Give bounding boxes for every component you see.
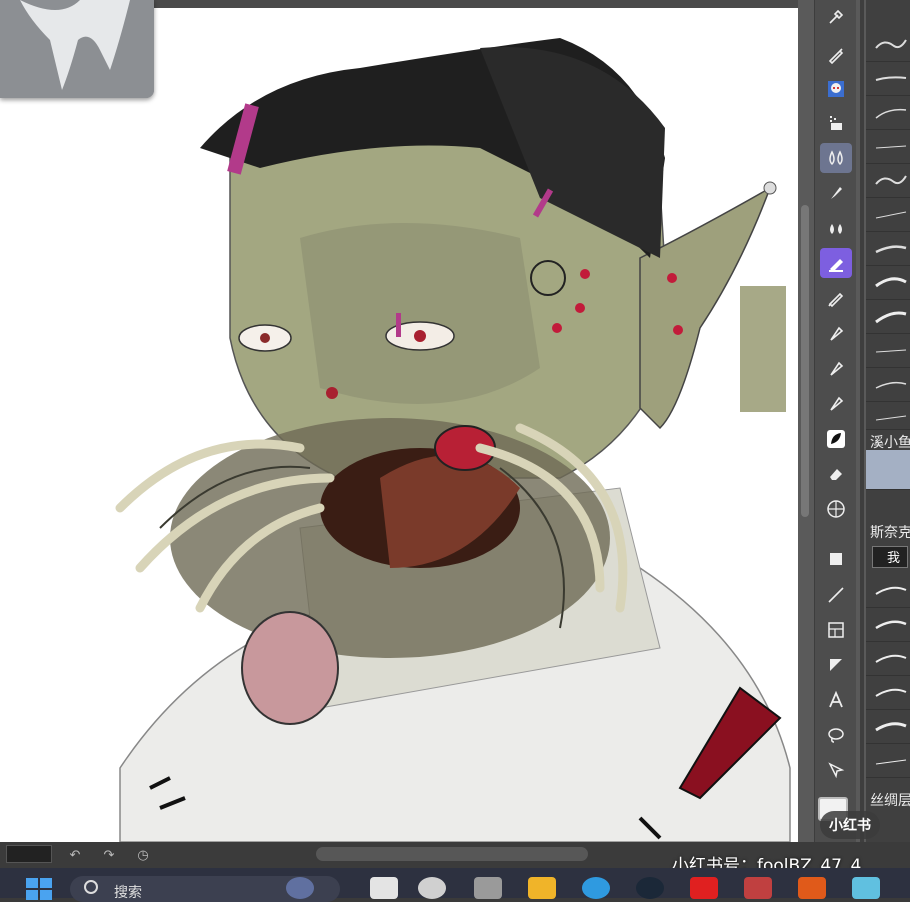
brush-preset[interactable] <box>866 96 910 130</box>
ink-pen-icon[interactable] <box>820 318 852 348</box>
redo-icon[interactable]: ↷ <box>100 846 118 864</box>
text-icon[interactable] <box>820 685 852 715</box>
search-icon <box>84 880 98 894</box>
grid-icon[interactable] <box>820 494 852 524</box>
app-icon[interactable] <box>690 877 718 899</box>
vertical-scrollbar[interactable] <box>801 205 809 517</box>
triangle-icon[interactable] <box>820 650 852 680</box>
brush-preset[interactable] <box>866 608 910 642</box>
brush-preset[interactable] <box>866 62 910 96</box>
smudge-icon[interactable] <box>820 213 852 243</box>
fill-icon[interactable] <box>820 108 852 138</box>
marker-icon[interactable] <box>820 248 852 278</box>
brush-button[interactable]: 我 <box>872 546 908 568</box>
avatar-icon[interactable] <box>820 74 852 104</box>
painting-app: 溪小鱼 斯奈克 我 丝绸层 ↶ ↷ ◷ 小红书 <box>0 0 910 868</box>
brush-preset[interactable] <box>866 28 910 62</box>
app-icon[interactable] <box>744 877 772 899</box>
brush-preset[interactable] <box>866 744 910 778</box>
brush-preset[interactable] <box>866 198 910 232</box>
leaf-brush-icon[interactable] <box>820 424 852 454</box>
blur-icon[interactable] <box>820 143 852 173</box>
eyedropper-icon[interactable] <box>820 2 852 32</box>
panel-divider <box>860 0 864 842</box>
artwork <box>115 38 791 842</box>
tool-rail <box>814 0 856 842</box>
brush-preset[interactable] <box>866 266 910 300</box>
calligraphy-icon[interactable] <box>820 353 852 383</box>
brush-preset[interactable] <box>866 710 910 744</box>
brush-preset[interactable] <box>866 164 910 198</box>
horizontal-scrollbar[interactable] <box>316 847 588 861</box>
reference-image <box>0 0 154 98</box>
app-icon[interactable] <box>474 877 502 899</box>
brush-preset[interactable] <box>866 642 910 676</box>
frame-icon[interactable] <box>820 615 852 645</box>
line-icon[interactable] <box>820 580 852 610</box>
steam-icon[interactable] <box>636 877 664 899</box>
reference-panel[interactable] <box>0 0 154 98</box>
pencil-icon[interactable] <box>820 283 852 313</box>
brush-label: 溪小鱼 <box>870 435 910 451</box>
layer-thumbnail[interactable] <box>6 845 52 863</box>
taskbar: 搜索 <box>0 868 910 902</box>
drawing-canvas[interactable] <box>0 8 798 842</box>
app-icon[interactable] <box>798 877 826 899</box>
lasso-icon[interactable] <box>820 720 852 750</box>
undo-icon[interactable]: ↶ <box>66 846 84 864</box>
brush-preset[interactable] <box>866 676 910 710</box>
search-label: 搜索 <box>114 885 142 901</box>
brush-preset[interactable] <box>866 334 910 368</box>
brush-preset[interactable] <box>866 368 910 402</box>
transform-icon[interactable] <box>820 755 852 785</box>
brush-label: 斯奈克 <box>870 525 910 541</box>
pen-icon[interactable] <box>820 40 852 70</box>
brush-label: 丝绸层 <box>870 793 910 809</box>
brush-preset[interactable] <box>866 232 910 266</box>
app-icon[interactable] <box>852 877 880 899</box>
brush-preset[interactable] <box>866 300 910 334</box>
felt-pen-icon[interactable] <box>820 388 852 418</box>
brush-preset[interactable] <box>866 574 910 608</box>
square-icon[interactable] <box>820 544 852 574</box>
brush-preset[interactable] <box>866 402 910 430</box>
browser-icon[interactable] <box>582 877 610 899</box>
eraser-icon[interactable] <box>820 459 852 489</box>
brush-list: 溪小鱼 斯奈克 我 丝绸层 <box>866 0 910 842</box>
app-icon[interactable] <box>418 877 446 899</box>
widget-icon[interactable] <box>286 877 314 899</box>
files-icon[interactable] <box>370 877 398 899</box>
brush-preset-selected[interactable] <box>866 450 910 490</box>
folder-icon[interactable] <box>528 877 556 899</box>
brush-icon[interactable] <box>820 178 852 208</box>
watermark-badge: 小红书 <box>820 811 880 839</box>
brush-preset[interactable] <box>866 130 910 164</box>
top-strip <box>150 0 798 8</box>
history-icon[interactable]: ◷ <box>134 846 152 864</box>
start-button[interactable] <box>26 878 54 902</box>
